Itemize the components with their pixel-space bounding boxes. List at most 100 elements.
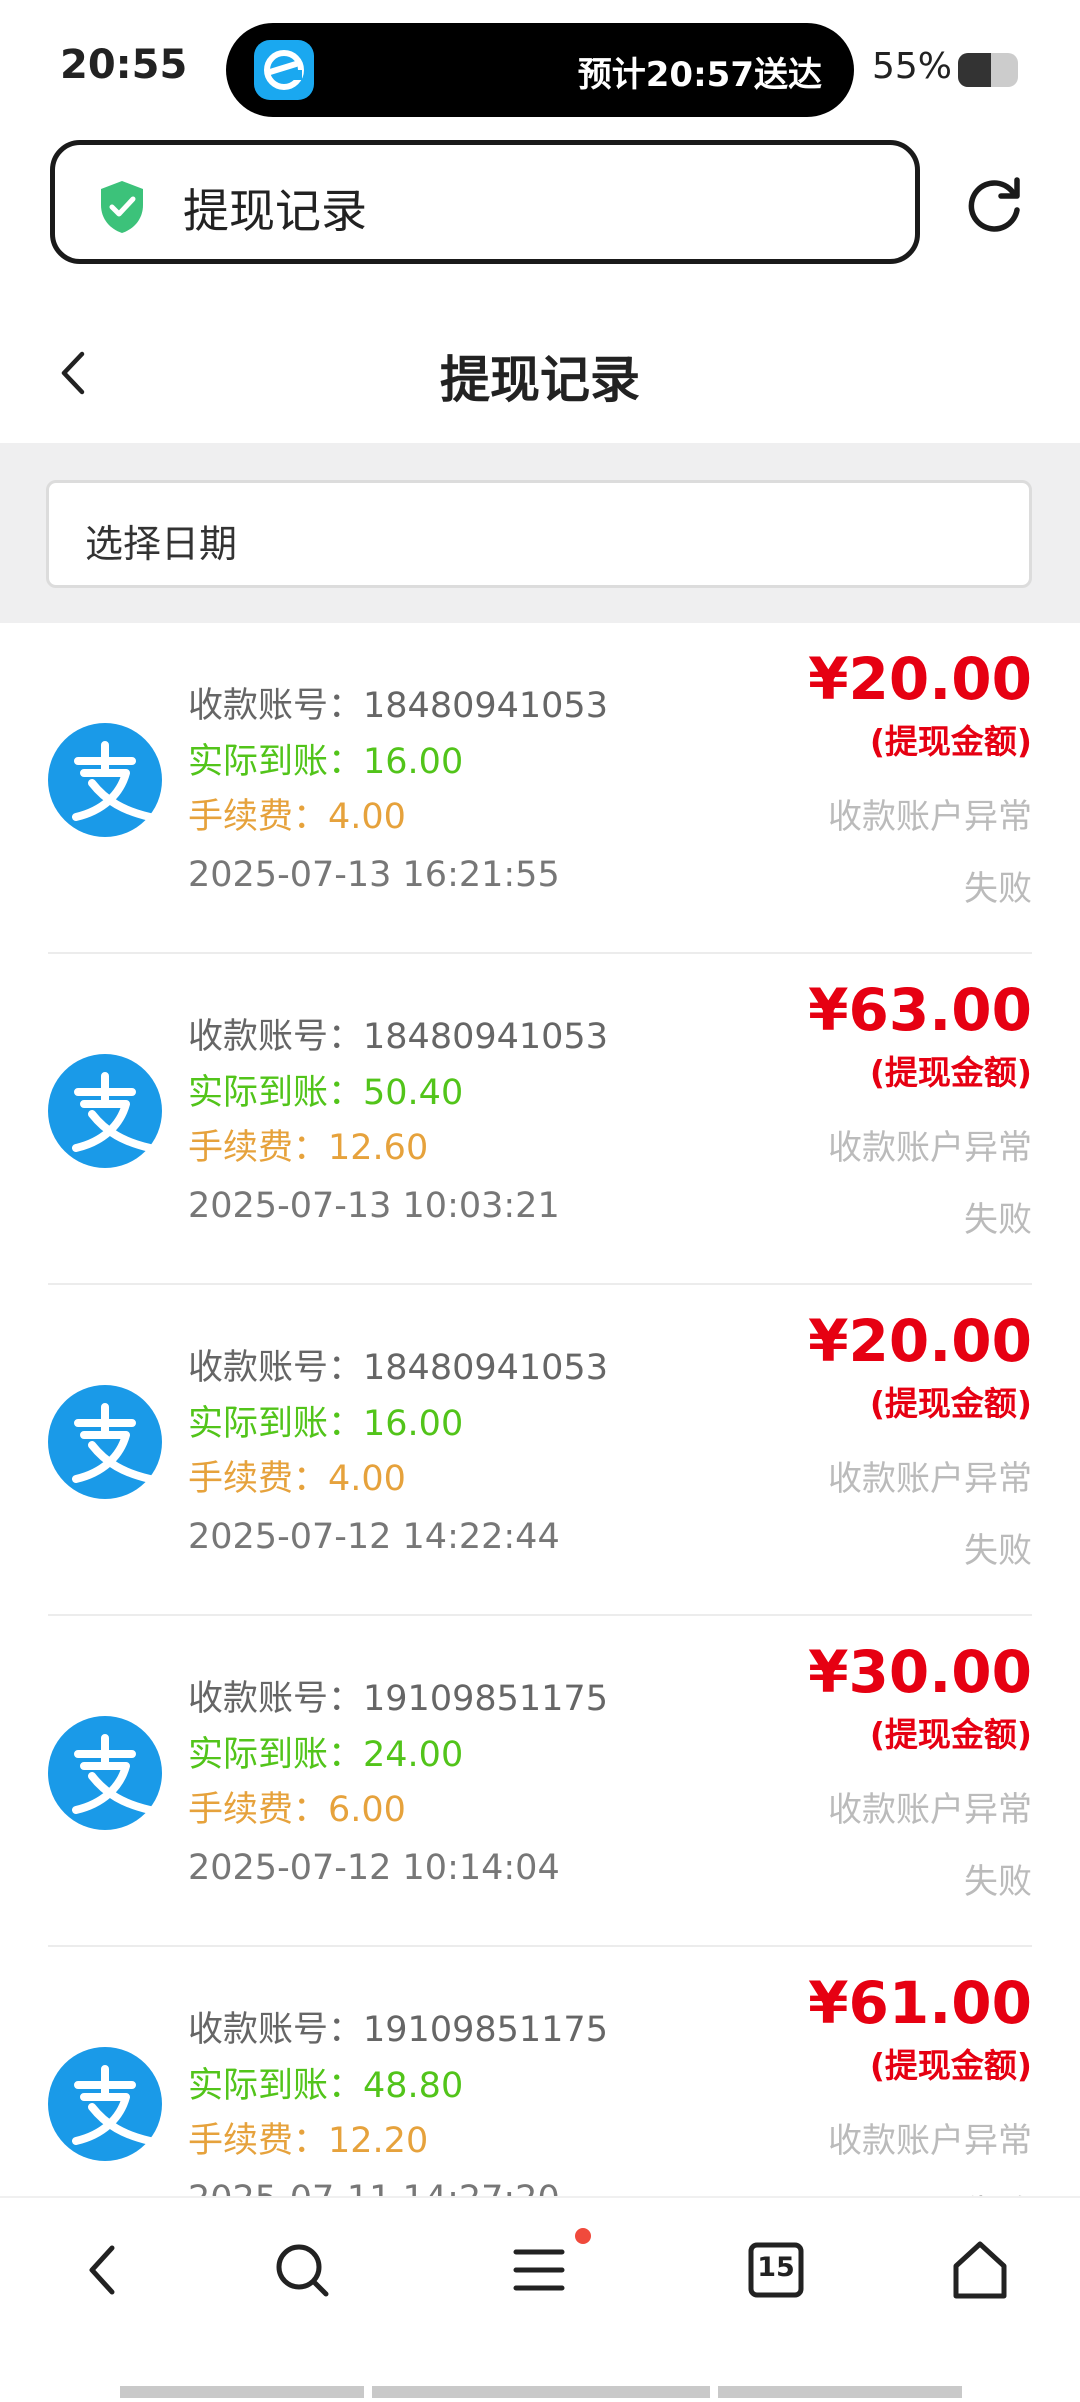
back-icon[interactable] xyxy=(78,2238,128,2302)
actual-amount: 50.40 xyxy=(363,1073,464,1113)
fee-amount: 4.00 xyxy=(328,1459,406,1499)
withdraw-amount-label: (提现金额) xyxy=(869,1715,1032,1754)
filter-area: 选择日期 xyxy=(0,443,1080,623)
account-number: 19109851175 xyxy=(363,1679,608,1719)
withdraw-amount: ¥20.00 xyxy=(808,1307,1032,1375)
actual-amount: 24.00 xyxy=(363,1735,464,1775)
status-reason: 收款账户异常 xyxy=(828,1128,1032,1168)
status-result: 失败 xyxy=(964,1531,1032,1571)
record-time: 2025-07-12 14:22:44 xyxy=(188,1517,560,1557)
battery-icon xyxy=(958,53,1018,87)
shield-check-icon xyxy=(101,181,143,233)
fee-label: 手续费： xyxy=(188,797,329,837)
alipay-icon xyxy=(48,2047,162,2161)
fee-label: 手续费： xyxy=(188,1459,329,1499)
actual-amount: 16.00 xyxy=(363,1404,464,1444)
withdrawal-record-list[interactable]: 收款账号：18480941053 实际到账：16.00 手续费：4.00 2025-0… xyxy=(0,623,1080,2196)
status-bar: 20:55 预计20:57送达 55% xyxy=(0,0,1080,135)
status-result: 失败 xyxy=(964,1200,1032,1240)
tabs-count: 15 xyxy=(757,2252,795,2283)
account-label: 收款账号： xyxy=(188,1679,364,1719)
actual-label: 实际到账： xyxy=(188,1404,364,1444)
dynamic-island[interactable]: 预计20:57送达 xyxy=(226,23,854,117)
record-time: 2025-07-13 16:21:55 xyxy=(188,855,560,895)
withdrawal-record-row[interactable]: 收款账号：19109851175实际到账：48.80手续费：12.202025-… xyxy=(48,1947,1032,2196)
page-header: 提现记录 xyxy=(0,300,1080,445)
menu-icon[interactable] xyxy=(510,2238,570,2302)
record-time: 2025-07-11 14:27:20 xyxy=(188,2179,560,2196)
actual-label: 实际到账： xyxy=(188,1735,364,1775)
status-reason: 收款账户异常 xyxy=(828,2121,1032,2161)
account-label: 收款账号： xyxy=(188,1017,364,1057)
fee-amount: 12.20 xyxy=(328,2121,429,2161)
actual-line: 实际到账：16.00 xyxy=(188,733,463,784)
account-label: 收款账号： xyxy=(188,2010,364,2050)
actual-label: 实际到账： xyxy=(188,742,364,782)
withdraw-amount: ¥30.00 xyxy=(808,1638,1032,1706)
fee-line: 手续费：12.20 xyxy=(188,2112,428,2163)
date-picker-input[interactable]: 选择日期 xyxy=(46,480,1032,588)
status-result: 失败 xyxy=(964,869,1032,909)
actual-amount: 16.00 xyxy=(363,742,464,782)
refresh-icon[interactable] xyxy=(962,172,1026,236)
status-reason: 收款账户异常 xyxy=(828,797,1032,837)
eleme-app-icon xyxy=(254,40,314,100)
record-time: 2025-07-13 10:03:21 xyxy=(188,1186,560,1226)
account-number: 18480941053 xyxy=(363,1348,608,1388)
account-line: 收款账号：18480941053 xyxy=(188,677,608,728)
actual-line: 实际到账：16.00 xyxy=(188,1395,463,1446)
address-bar[interactable]: 提现记录 xyxy=(50,140,920,264)
withdraw-amount-label: (提现金额) xyxy=(869,2046,1032,2085)
withdrawal-record-row[interactable]: 收款账号：19109851175 实际到账：24.00 手续费：6.00 2025-0… xyxy=(48,1616,1032,1947)
account-line: 收款账号：19109851175 xyxy=(188,2001,608,2052)
fee-line: 手续费：6.00 xyxy=(188,1781,406,1832)
actual-label: 实际到账： xyxy=(188,2066,364,2106)
actual-line: 实际到账：50.40 xyxy=(188,1064,463,1115)
bottom-nav: 15 xyxy=(0,2196,1080,2402)
alipay-icon xyxy=(48,723,162,837)
account-label: 收款账号： xyxy=(188,686,364,726)
withdraw-amount-label: (提现金额) xyxy=(869,722,1032,761)
status-result: 失败 xyxy=(964,1862,1032,1902)
alipay-icon xyxy=(48,1054,162,1168)
account-line: 收款账号：18480941053 xyxy=(188,1339,608,1390)
fee-amount: 4.00 xyxy=(328,797,406,837)
withdraw-amount: ¥63.00 xyxy=(808,976,1032,1044)
withdraw-amount-label: (提现金额) xyxy=(869,1053,1032,1092)
battery-fill xyxy=(958,53,991,87)
page-title: 提现记录 xyxy=(440,351,640,409)
fee-label: 手续费： xyxy=(188,2121,329,2161)
account-number: 19109851175 xyxy=(363,2010,608,2050)
withdrawal-record-row[interactable]: 收款账号：18480941053 实际到账：16.00 手续费：4.00 2025-0… xyxy=(48,623,1032,954)
tabs-icon[interactable]: 15 xyxy=(748,2242,804,2298)
fee-line: 手续费：4.00 xyxy=(188,1450,406,1501)
status-reason: 收款账户异常 xyxy=(828,1459,1032,1499)
status-result: 失败 xyxy=(964,2185,1032,2196)
date-picker-placeholder: 选择日期 xyxy=(85,522,238,566)
gesture-bar-segment xyxy=(372,2386,710,2398)
fee-label: 手续费： xyxy=(188,1790,329,1830)
search-icon[interactable] xyxy=(270,2238,334,2302)
delivery-eta: 预计20:57送达 xyxy=(577,55,822,95)
actual-line: 实际到账：24.00 xyxy=(188,1726,463,1777)
status-time: 20:55 xyxy=(60,42,188,88)
home-icon[interactable] xyxy=(950,2238,1010,2302)
address-text: 提现记录 xyxy=(183,184,367,238)
fee-line: 手续费：12.60 xyxy=(188,1119,428,1170)
actual-line: 实际到账：48.80 xyxy=(188,2057,463,2108)
account-label: 收款账号： xyxy=(188,1348,364,1388)
account-line: 收款账号：18480941053 xyxy=(188,1008,608,1059)
withdraw-amount: ¥61.00 xyxy=(808,1969,1032,2037)
actual-label: 实际到账： xyxy=(188,1073,364,1113)
battery-percentage: 55% xyxy=(872,46,953,87)
fee-amount: 12.60 xyxy=(328,1128,429,1168)
account-line: 收款账号：19109851175 xyxy=(188,1670,608,1721)
status-reason: 收款账户异常 xyxy=(828,1790,1032,1830)
withdrawal-record-row[interactable]: 收款账号：18480941053 实际到账：50.40 手续费：12.60 2025-… xyxy=(48,954,1032,1285)
withdraw-amount: ¥20.00 xyxy=(808,645,1032,713)
menu-notification-dot xyxy=(575,2228,591,2244)
fee-amount: 6.00 xyxy=(328,1790,406,1830)
withdrawal-record-row[interactable]: 收款账号：18480941053 实际到账：16.00 手续费：4.00 2025-0… xyxy=(48,1285,1032,1616)
fee-label: 手续费： xyxy=(188,1128,329,1168)
alipay-icon xyxy=(48,1716,162,1830)
